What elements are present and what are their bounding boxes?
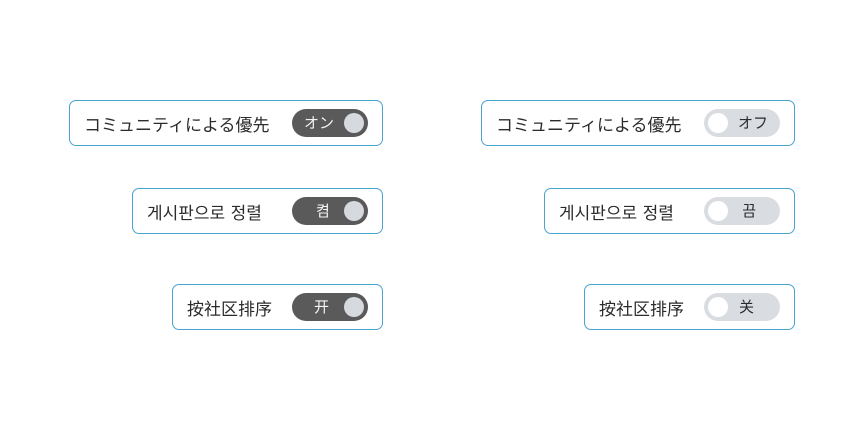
setting-label: コミュニティによる優先 bbox=[84, 115, 270, 136]
setting-label: コミュニティによる優先 bbox=[496, 115, 682, 136]
toggle-state-text: 끔 bbox=[742, 202, 756, 220]
setting-label: 게시판으로 정렬 bbox=[147, 203, 262, 224]
community-sort-toggle-on[interactable]: 开 bbox=[292, 293, 368, 321]
toggle-state-text: オン bbox=[304, 114, 335, 132]
setting-label: 按社区排序 bbox=[599, 299, 684, 320]
sort-by-community-toggle-panel-zh-off: 按社区排序 关 bbox=[584, 284, 795, 330]
toggle-knob bbox=[344, 297, 364, 317]
toggle-state-text: 开 bbox=[314, 298, 330, 316]
toggle-knob bbox=[344, 201, 364, 221]
community-sort-toggle-off[interactable]: 끔 bbox=[704, 197, 780, 225]
community-sort-toggle-on[interactable]: オン bbox=[292, 109, 368, 137]
sort-by-community-toggle-panel-ko-off: 게시판으로 정렬 끔 bbox=[544, 188, 795, 234]
setting-label: 按社区排序 bbox=[187, 299, 272, 320]
sort-by-community-toggle-panel-zh-on: 按社区排序 开 bbox=[172, 284, 383, 330]
sort-by-community-toggle-panel-ja-off: コミュニティによる優先 オフ bbox=[481, 100, 795, 146]
toggle-knob bbox=[708, 113, 728, 133]
toggle-knob bbox=[344, 113, 364, 133]
sort-by-community-toggle-panel-ja-on: コミュニティによる優先 オン bbox=[69, 100, 383, 146]
community-sort-toggle-on[interactable]: 켬 bbox=[292, 197, 368, 225]
toggle-state-text: 关 bbox=[738, 298, 754, 316]
setting-label: 게시판으로 정렬 bbox=[559, 203, 674, 224]
toggle-knob bbox=[708, 297, 728, 317]
toggle-knob bbox=[708, 201, 728, 221]
toggle-state-text: 켬 bbox=[316, 202, 330, 220]
toggle-state-text: オフ bbox=[737, 114, 768, 132]
community-sort-toggle-off[interactable]: オフ bbox=[704, 109, 780, 137]
sort-by-community-toggle-panel-ko-on: 게시판으로 정렬 켬 bbox=[132, 188, 383, 234]
community-sort-toggle-off[interactable]: 关 bbox=[704, 293, 780, 321]
